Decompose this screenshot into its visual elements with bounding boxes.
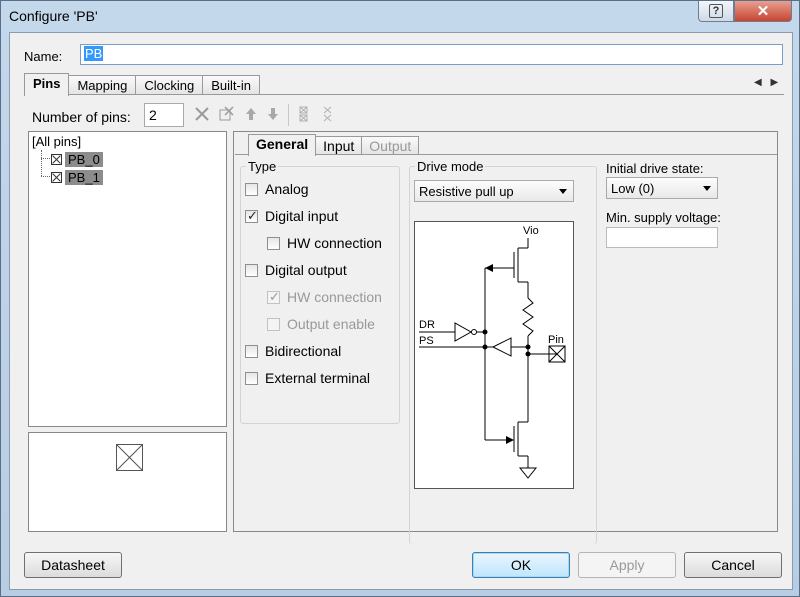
checkbox-label: Digital output [265, 262, 347, 278]
pin-label: Pin [548, 334, 564, 346]
pin-preview [28, 432, 227, 532]
analog-checkbox[interactable]: Analog [245, 181, 309, 197]
cancel-button[interactable]: Cancel [684, 552, 782, 578]
ps-label: PS [419, 335, 434, 347]
tab-input[interactable]: Input [315, 136, 363, 155]
move-down-icon[interactable] [264, 105, 282, 123]
number-of-pins-input[interactable]: 2 [144, 103, 184, 127]
checkbox-box [245, 344, 258, 358]
tab-scroll-arrows[interactable]: ◀ ▶ [754, 77, 781, 88]
help-button[interactable]: ? [698, 1, 734, 22]
configure-dialog: Configure 'PB' ? ✕ Name: PB Pins Mapping… [0, 0, 800, 597]
datasheet-button[interactable]: Datasheet [24, 552, 122, 578]
initial-drive-value: Low (0) [611, 181, 655, 196]
toolbar-separator [288, 104, 289, 126]
unpair-pins-icon[interactable] [319, 105, 337, 123]
output-enable-checkbox[interactable]: Output enable [267, 316, 375, 332]
checkbox-label: Digital input [265, 208, 339, 224]
digital-input-checkbox[interactable]: Digital input [245, 208, 338, 224]
pin-settings-panel: General Input Output Type Analog Digital… [233, 131, 778, 544]
bidirectional-checkbox[interactable]: Bidirectional [245, 343, 341, 359]
checkbox-box [245, 263, 258, 277]
subtab-divider [235, 154, 777, 155]
help-icon: ? [709, 4, 723, 18]
number-of-pins-label: Number of pins: [32, 109, 131, 125]
drive-mode-title: Drive mode [415, 159, 486, 174]
name-value: PB [84, 46, 104, 61]
chevron-down-icon [559, 189, 567, 194]
ok-button[interactable]: OK [472, 552, 570, 578]
pin-tree[interactable]: [All pins] PB_0 PB_1 [28, 131, 227, 427]
name-input[interactable]: PB [80, 44, 783, 65]
tree-connector [41, 176, 50, 177]
checkbox-label: External terminal [265, 370, 371, 386]
initial-drive-select[interactable]: Low (0) [606, 177, 718, 199]
tree-item-label: PB_1 [65, 169, 103, 185]
settings-tabs: General Input Output [248, 134, 420, 156]
drive-mode-value: Resistive pull up [419, 184, 514, 199]
checkbox-label: Bidirectional [265, 343, 342, 359]
tree-connector [41, 150, 42, 176]
move-up-icon[interactable] [242, 105, 260, 123]
tab-clocking[interactable]: Clocking [135, 75, 204, 95]
checkbox-label: HW connection [287, 235, 382, 251]
min-supply-label: Min. supply voltage: [606, 210, 721, 225]
dr-label: DR [419, 319, 435, 331]
dialog-client: Name: PB Pins Mapping Clocking Built-in … [9, 32, 793, 590]
close-icon: ✕ [756, 3, 770, 20]
pin-symbol-icon [116, 444, 143, 471]
checkbox-box [267, 289, 280, 305]
tree-item-label: PB_0 [65, 151, 103, 167]
tree-item-pb-0[interactable]: PB_0 [51, 151, 103, 167]
checkbox-box [245, 182, 258, 196]
vio-label: Vio [523, 225, 539, 237]
tab-general[interactable]: General [248, 134, 317, 156]
tab-divider [24, 94, 784, 95]
tab-pins[interactable]: Pins [24, 73, 70, 96]
close-button[interactable]: ✕ [734, 1, 792, 22]
checkbox-box [245, 208, 258, 224]
checkbox-label: Analog [265, 181, 309, 197]
main-tabs: Pins Mapping Clocking Built-in [24, 73, 260, 96]
min-supply-input[interactable] [606, 227, 718, 248]
chevron-down-icon [703, 186, 711, 191]
tree-item-pb-1[interactable]: PB_1 [51, 169, 103, 185]
hw-connection-input-checkbox[interactable]: HW connection [267, 235, 382, 251]
checkbox-label: HW connection [287, 289, 382, 305]
external-terminal-checkbox[interactable]: External terminal [245, 370, 370, 386]
tab-output[interactable]: Output [361, 136, 420, 155]
checkbox-label: Output enable [287, 316, 375, 332]
delete-pin-icon[interactable] [193, 105, 211, 123]
digital-output-checkbox[interactable]: Digital output [245, 262, 347, 278]
drive-mode-select[interactable]: Resistive pull up [414, 180, 574, 202]
tab-built-in[interactable]: Built-in [202, 75, 260, 95]
drive-mode-schematic: Vio DR PS Pin [414, 221, 574, 489]
pair-pins-icon[interactable] [295, 105, 313, 123]
window-title: Configure 'PB' [9, 8, 98, 24]
name-label: Name: [24, 49, 63, 64]
pin-x-icon [51, 153, 62, 165]
hw-connection-output-checkbox[interactable]: HW connection [267, 289, 382, 305]
tab-mapping[interactable]: Mapping [68, 75, 137, 95]
type-group-title: Type [246, 159, 279, 174]
schematic-drawing: Vio DR PS Pin [419, 225, 566, 479]
tree-root[interactable]: [All pins] [32, 134, 81, 149]
apply-button[interactable]: Apply [578, 552, 676, 578]
checkbox-box [245, 371, 258, 385]
pin-x-icon [51, 171, 62, 183]
checkbox-box [267, 317, 280, 331]
delete-unused-icon[interactable] [217, 105, 235, 123]
initial-drive-label: Initial drive state: [606, 161, 704, 176]
tree-connector [41, 158, 50, 159]
checkbox-box [267, 236, 280, 250]
